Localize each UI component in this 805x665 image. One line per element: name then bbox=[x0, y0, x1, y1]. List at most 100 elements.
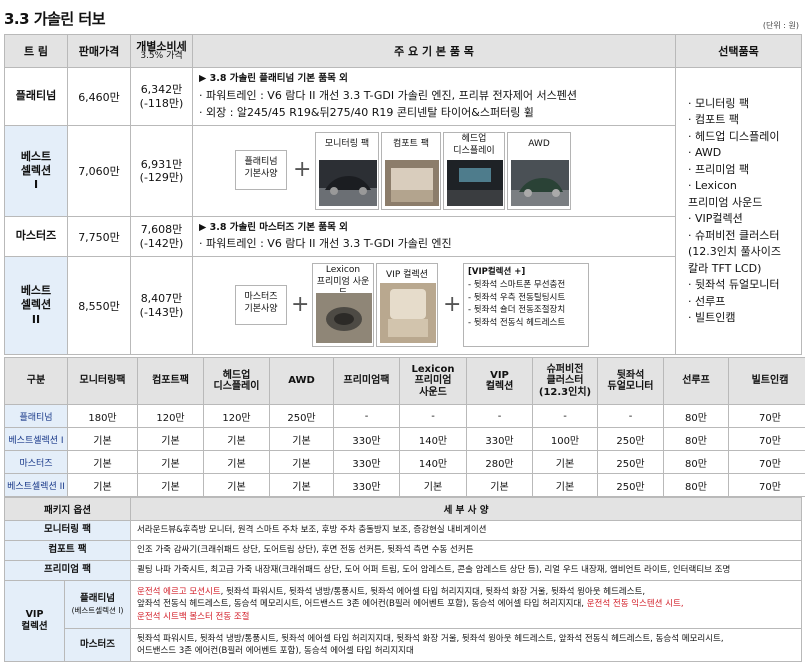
table-cell: 기본 bbox=[67, 473, 138, 497]
car-exterior-photo bbox=[319, 160, 377, 206]
price-best2: 8,550만 bbox=[67, 256, 131, 355]
table-cell: 250만 bbox=[597, 473, 664, 497]
pkg-name-vip: VIP 컬렉션 bbox=[4, 580, 65, 662]
title-bar: 3.3 가솔린 터보 (단위 : 원) bbox=[0, 0, 805, 34]
table-cell: 기본 bbox=[269, 450, 334, 474]
table-cell: 120만 bbox=[203, 404, 270, 428]
header-trim: 트 림 bbox=[4, 34, 68, 68]
price-best1: 7,060만 bbox=[67, 125, 131, 217]
pkg-desc-monitoring: 서라운드뷰&후측방 모니터, 원격 스마트 주차 보조, 후방 주차 충돌방지 … bbox=[130, 520, 803, 541]
table-cell: 기본 bbox=[399, 473, 467, 497]
table-cell: - bbox=[399, 404, 467, 428]
cmp-header: 빌트인캠 bbox=[728, 357, 805, 405]
row-label: 베스트셀렉션 I bbox=[4, 427, 68, 451]
table-cell: 기본 bbox=[203, 450, 270, 474]
table-cell: 330만 bbox=[333, 427, 400, 451]
table-cell: 기본 bbox=[67, 427, 138, 451]
trim-table: 트 림 판매가격 개별소비세 3.5% 가격 주 요 기 본 품 목 선택품목 플… bbox=[4, 34, 802, 355]
pkg-box-monitoring: 모니터링 팩 bbox=[315, 132, 379, 210]
pkg-desc-premium: 퀼팅 나파 가죽시트, 최고급 가죽 내장재(크래쉬패드 상단, 도어 어퍼 트… bbox=[130, 560, 803, 581]
table-cell: 기본 bbox=[137, 473, 204, 497]
price-masters: 7,750만 bbox=[67, 216, 131, 257]
trim-name-platinum: 플래티넘 bbox=[4, 67, 68, 126]
table-cell: 250만 bbox=[597, 427, 664, 451]
cmp-header: AWD bbox=[269, 357, 334, 405]
table-cell: - bbox=[466, 404, 533, 428]
cmp-header: Lexicon 프리미엄 사운드 bbox=[399, 357, 467, 405]
price-platinum: 6,460만 bbox=[67, 67, 131, 126]
header-price: 판매가격 bbox=[67, 34, 131, 68]
hud-photo bbox=[447, 160, 503, 206]
table-cell: - bbox=[532, 404, 598, 428]
plus-icon: + bbox=[443, 292, 462, 317]
compare-table: 구분 모니터링팩 컴포트팩 헤드업 디스플레이 AWD 프리미엄팩 Lexicon… bbox=[4, 357, 805, 497]
pkg-box-vip: VIP 컬렉션 bbox=[376, 263, 438, 347]
table-cell: - bbox=[333, 404, 400, 428]
table-row: 베스트셀렉션 I 기본 기본 기본 기본 330만 140만 330만 100만 250만 80만 7… bbox=[4, 427, 805, 451]
table-cell: 기본 bbox=[269, 473, 334, 497]
table-cell: 80만 bbox=[663, 427, 729, 451]
table-cell: - bbox=[597, 404, 664, 428]
base-spec-box: 마스터즈 기본사양 bbox=[235, 285, 287, 325]
row-label: 플래티넘 bbox=[4, 404, 68, 428]
rear-seat-photo bbox=[385, 160, 439, 206]
table-cell: 80만 bbox=[663, 404, 729, 428]
table-cell: 140만 bbox=[399, 427, 467, 451]
speaker-photo bbox=[316, 293, 372, 343]
pkg-desc-comfort: 인조 가죽 감싸기(크래쉬패드 상단, 도어트림 상단), 후면 전동 선커튼,… bbox=[130, 540, 803, 561]
table-cell: 180만 bbox=[67, 404, 138, 428]
table-cell: 기본 bbox=[269, 427, 334, 451]
plus-icon: + bbox=[293, 157, 312, 182]
cmp-header: 선루프 bbox=[663, 357, 729, 405]
pkg-vip-platinum-label: 플래티넘 (베스트셀렉션 I) bbox=[63, 580, 132, 629]
pkg-box-hud: 헤드업 디스플레이 bbox=[443, 132, 505, 210]
header-indiv: 개별소비세 3.5% 가격 bbox=[130, 34, 193, 68]
cmp-header: 뒷좌석 듀얼모니터 bbox=[597, 357, 664, 405]
table-cell: 100만 bbox=[532, 427, 598, 451]
cmp-header: 슈퍼비전 클러스터 (12.3인치) bbox=[532, 357, 598, 405]
pkg-desc-vip-masters: 뒷좌석 파워시트, 뒷좌석 냉방/통풍시트, 뒷좌석 에어셀 타입 허리지지대,… bbox=[130, 628, 803, 662]
header-options: 선택품목 bbox=[675, 34, 802, 68]
pkg-box-awd: AWD bbox=[507, 132, 571, 210]
best1-combo: 플래티넘 기본사양 + 모니터링 팩 컴포트 팩 헤드업 디스플레이 AWD bbox=[192, 125, 676, 217]
pkg-header-option: 패키지 옵션 bbox=[3, 497, 132, 521]
table-cell: 80만 bbox=[663, 450, 729, 474]
row-label: 베스트셀렉션 II bbox=[4, 473, 68, 497]
platinum-items: ▶ 3.8 가솔린 플래티넘 기본 품목 외 · 파워트레인 : V6 람다 I… bbox=[192, 67, 676, 126]
table-cell: 330만 bbox=[466, 427, 533, 451]
pkg-box-lexicon: Lexicon프리미엄 사운드 bbox=[312, 263, 374, 347]
cmp-header: 프리미엄팩 bbox=[333, 357, 400, 405]
row-label: 마스터즈 bbox=[4, 450, 68, 474]
table-cell: 기본 bbox=[203, 427, 270, 451]
best2-combo: 마스터즈기본사양 + Lexicon프리미엄 사운드 VIP 컬렉션 + [VI… bbox=[192, 256, 676, 355]
table-cell: 70만 bbox=[728, 473, 805, 497]
table-cell: 기본 bbox=[137, 427, 204, 451]
compare-body: 플래티넘 180만 120만 120만 250만 - - - - -80만 70만 베스트셀렉션 I기… bbox=[4, 404, 805, 497]
table-cell: 기본 bbox=[532, 473, 598, 497]
table-cell: 330만 bbox=[333, 473, 400, 497]
table-cell: 280만 bbox=[466, 450, 533, 474]
table-cell: 140만 bbox=[399, 450, 467, 474]
indiv-best1: 6,931만 (-129만) bbox=[130, 125, 193, 217]
cmp-header: 헤드업 디스플레이 bbox=[203, 357, 270, 405]
page-title: 3.3 가솔린 터보 bbox=[4, 10, 106, 28]
table-cell: 기본 bbox=[466, 473, 533, 497]
table-cell: 기본 bbox=[203, 473, 270, 497]
cmp-header: 구분 bbox=[4, 357, 68, 405]
header-items: 주 요 기 본 품 목 bbox=[192, 34, 676, 68]
trim-name-masters: 마스터즈 bbox=[4, 216, 68, 257]
cmp-header: 모니터링팩 bbox=[67, 357, 138, 405]
cmp-header: 컴포트팩 bbox=[137, 357, 204, 405]
indiv-masters: 7,608만 (-142만) bbox=[130, 216, 193, 257]
table-row: 베스트셀렉션 II 기본 기본 기본 기본 330만 기본 기본 기본 250만 80만 70만 bbox=[4, 473, 805, 497]
table-cell: 120만 bbox=[137, 404, 204, 428]
table-cell: 기본 bbox=[532, 450, 598, 474]
pkg-vip-masters-label: 마스터즈 bbox=[63, 628, 132, 662]
masters-items: ▶ 3.8 가솔린 마스터즈 기본 품목 외 · 파워트레인 : V6 람다 I… bbox=[192, 216, 676, 257]
trim-name-best1: 베스트 셀렉션 I bbox=[4, 125, 68, 217]
indiv-platinum: 6,342만 (-118만) bbox=[130, 67, 193, 126]
indiv-best2: 8,407만 (-143만) bbox=[130, 256, 193, 355]
pkg-name-premium: 프리미엄 팩 bbox=[3, 560, 132, 581]
table-cell: 330만 bbox=[333, 450, 400, 474]
table-cell: 70만 bbox=[728, 404, 805, 428]
